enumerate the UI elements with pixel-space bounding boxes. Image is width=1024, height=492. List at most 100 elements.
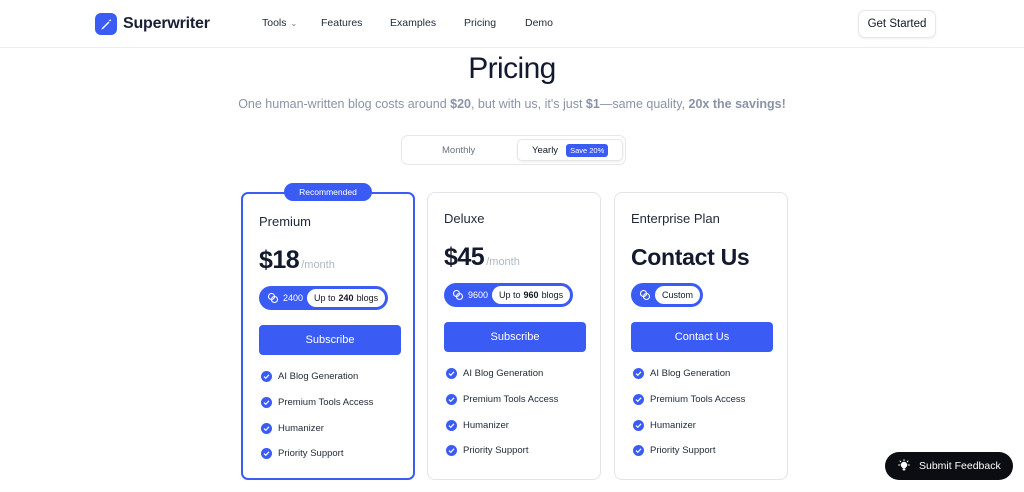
- price-value: $18: [259, 246, 300, 274]
- subtitle-price: $1: [585, 97, 600, 111]
- feature-item: AI Blog Generation: [261, 364, 373, 390]
- check-circle-icon: [633, 394, 644, 406]
- blogs-post: blogs: [541, 290, 564, 300]
- billing-toggle: Monthly Yearly Save 20%: [401, 135, 626, 165]
- feature-label: Humanizer: [650, 419, 696, 431]
- blogs-pre: Up to: [499, 290, 521, 300]
- feature-label: Priority Support: [463, 445, 529, 457]
- check-circle-icon: [261, 448, 272, 460]
- plan-name: Deluxe: [444, 211, 485, 226]
- credits-value: Custom: [655, 286, 701, 304]
- coins-icon: [639, 289, 651, 301]
- nav-features[interactable]: Features: [321, 17, 362, 29]
- feature-label: AI Blog Generation: [278, 371, 359, 383]
- plan-price: $18/month: [259, 246, 335, 275]
- check-circle-icon: [261, 422, 272, 434]
- price-value: $45: [444, 243, 485, 271]
- check-circle-icon: [261, 397, 272, 409]
- nav-demo[interactable]: Demo: [525, 17, 553, 29]
- check-circle-icon: [446, 394, 457, 406]
- feature-item: Priority Support: [633, 438, 745, 464]
- plan-card-deluxe: Deluxe $45/month 9600 Up to 960 blogs Subs…: [427, 192, 601, 480]
- credits-pill: 9600 Up to 960 blogs: [444, 283, 574, 307]
- subtitle-savings: 20x the savings!: [688, 97, 786, 111]
- recommended-badge: Recommended: [284, 183, 372, 201]
- check-circle-icon: [446, 368, 457, 380]
- feature-item: AI Blog Generation: [633, 361, 745, 387]
- feature-label: Priority Support: [278, 448, 344, 460]
- feature-list: AI Blog Generation Premium Tools Access …: [261, 364, 373, 467]
- blogs-limit: Up to 960 blogs: [492, 286, 571, 304]
- nav-tools-label: Tools: [262, 17, 287, 29]
- credits-pill: 2400 Up to 240 blogs: [259, 286, 389, 310]
- plan-name: Enterprise Plan: [631, 211, 720, 226]
- blogs-pre: Up to: [314, 293, 336, 303]
- feature-item: Premium Tools Access: [446, 387, 558, 413]
- credits-pill: Custom: [631, 283, 704, 307]
- monthly-option[interactable]: Monthly: [442, 145, 475, 156]
- feature-item: Humanizer: [633, 412, 745, 438]
- feature-item: Premium Tools Access: [633, 387, 745, 413]
- check-circle-icon: [633, 368, 644, 380]
- subscribe-button[interactable]: Subscribe: [444, 322, 586, 352]
- lightbulb-icon: [898, 459, 910, 471]
- feature-label: Priority Support: [650, 445, 716, 457]
- subtitle-text: , but with us, it's just: [470, 97, 586, 111]
- brand-name: Superwriter: [123, 15, 210, 32]
- nav-examples[interactable]: Examples: [390, 17, 436, 29]
- yearly-label: Yearly: [532, 144, 559, 156]
- chevron-down-icon: ⌄: [290, 19, 298, 28]
- plan-price: $45/month: [444, 243, 520, 272]
- get-started-button[interactable]: Get Started: [858, 10, 936, 38]
- coins-icon: [267, 292, 279, 304]
- page-title: Pricing: [468, 52, 556, 85]
- subtitle-text: One human-written blog costs around: [238, 97, 451, 111]
- feature-label: Premium Tools Access: [278, 397, 374, 409]
- blogs-count: 240: [338, 293, 354, 303]
- plan-card-enterprise: Enterprise Plan Contact Us Custom Contac…: [614, 192, 788, 480]
- subscribe-button[interactable]: Subscribe: [259, 325, 401, 355]
- subtitle-text: —same quality,: [599, 97, 689, 111]
- price-period: /month: [486, 256, 520, 268]
- feature-item: Humanizer: [261, 415, 373, 441]
- credits-value: 2400: [283, 293, 304, 303]
- submit-feedback-label: Submit Feedback: [919, 460, 1001, 472]
- feature-item: Premium Tools Access: [261, 390, 373, 416]
- subtitle-cost: $20: [450, 97, 471, 111]
- pen-icon: [95, 13, 117, 35]
- blogs-count: 960: [523, 290, 539, 300]
- feature-label: Premium Tools Access: [463, 394, 559, 406]
- nav-pricing[interactable]: Pricing: [464, 17, 496, 29]
- feature-label: Humanizer: [463, 419, 509, 431]
- check-circle-icon: [633, 445, 644, 457]
- feature-item: Priority Support: [261, 441, 373, 467]
- feature-label: Humanizer: [278, 422, 324, 434]
- submit-feedback-button[interactable]: Submit Feedback: [885, 452, 1013, 480]
- feature-item: Priority Support: [446, 438, 558, 464]
- page-subtitle: One human-written blog costs around $20,…: [0, 97, 1024, 111]
- feature-item: AI Blog Generation: [446, 361, 558, 387]
- price-period: /month: [301, 259, 335, 271]
- yearly-option[interactable]: Yearly Save 20%: [517, 139, 623, 161]
- check-circle-icon: [633, 419, 644, 431]
- blogs-limit: Up to 240 blogs: [307, 289, 386, 307]
- credits-value: 9600: [468, 290, 489, 300]
- nav-tools[interactable]: Tools ⌄: [262, 17, 297, 29]
- feature-label: AI Blog Generation: [650, 368, 731, 380]
- feature-list: AI Blog Generation Premium Tools Access …: [446, 361, 558, 464]
- save-badge: Save 20%: [566, 143, 609, 157]
- feature-label: Premium Tools Access: [650, 394, 746, 406]
- feature-label: AI Blog Generation: [463, 368, 544, 380]
- check-circle-icon: [261, 371, 272, 383]
- top-navbar: Superwriter Tools ⌄ Features Examples Pri…: [0, 0, 1024, 48]
- plan-card-premium: Recommended Premium $18/month 2400 Up to…: [241, 183, 415, 480]
- coins-icon: [452, 289, 464, 301]
- feature-item: Humanizer: [446, 412, 558, 438]
- feature-list: AI Blog Generation Premium Tools Access …: [633, 361, 745, 464]
- brand-logo[interactable]: Superwriter: [95, 13, 210, 35]
- plan-price: Contact Us: [631, 244, 750, 270]
- contact-us-button[interactable]: Contact Us: [631, 322, 773, 352]
- blogs-post: blogs: [356, 293, 379, 303]
- check-circle-icon: [446, 445, 457, 457]
- plan-name: Premium: [259, 214, 312, 229]
